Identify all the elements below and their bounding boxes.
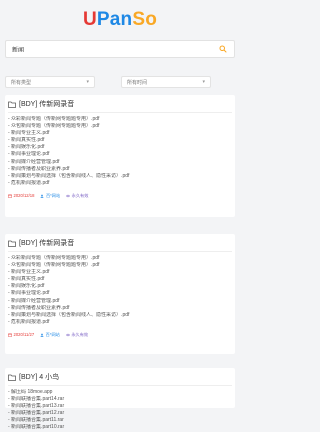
chevron-down-icon: ▾ xyxy=(86,79,89,85)
logo-part-3: So xyxy=(132,9,158,30)
file-list: - 众彩新闻专题（传新网专题题专用）.pdf - 众包新闻专题（传新网专题题专用… xyxy=(8,255,232,326)
logo-part-1: U xyxy=(82,9,97,30)
filter-row: 所有类型 ▾ 所有时间 ▾ xyxy=(0,76,240,88)
file-item: - 众彩新闻专题（传新网专题题专用）.pdf xyxy=(8,116,100,122)
search-input[interactable] xyxy=(12,46,218,52)
result-card[interactable]: [BDY] 传新网录音 - 众彩新闻专题（传新网专题题专用）.pdf - 众包新… xyxy=(5,95,235,217)
result-date: 2020/12/18 xyxy=(8,193,34,198)
file-item: - 新闻联播合集.part10.rar xyxy=(8,424,65,431)
file-item: - 新闻媒介经营管理.pdf xyxy=(8,297,60,304)
result-title[interactable]: [BDY] 传新网录音 xyxy=(8,99,232,109)
result-title-text: [BDY] 传新网录音 xyxy=(19,240,75,247)
time-filter-label: 所有时间 xyxy=(127,79,148,86)
file-list: - 众彩新闻专题（传新网专题题专用）.pdf - 众包新闻专题（传新网专题题专用… xyxy=(8,116,232,187)
file-item: - 危机新闻报道.pdf xyxy=(8,318,50,325)
result-card[interactable]: [BDY] 传新网录音 - 众彩新闻专题（传新网专题题专用）.pdf - 众包新… xyxy=(5,234,235,354)
result-meta: 2020/11/27 百*网站 永久有效 xyxy=(8,332,232,338)
result-expire: 永久有效 xyxy=(66,332,88,338)
chevron-down-icon: ▾ xyxy=(202,79,205,85)
file-item: - 新闻传播者及职业素养.pdf xyxy=(8,304,70,311)
divider xyxy=(8,385,232,386)
logo-part-2: Pan xyxy=(96,9,133,30)
file-item: - 新闻专业主义.pdf xyxy=(8,269,50,276)
result-source-text: 百*网站 xyxy=(45,192,61,198)
result-expire-text: 永久有效 xyxy=(71,192,89,198)
result-date-text: 2020/11/27 xyxy=(13,332,35,338)
result-title[interactable]: [BDY] 传新网录音 xyxy=(8,238,232,248)
result-card[interactable]: [BDY] 4 小鸟 - 解压码 18moe.app - 新闻联播合集.part… xyxy=(5,368,235,430)
file-item: - 众彩新闻专题（传新网专题题专用）.pdf xyxy=(8,255,100,261)
file-item: - 众包新闻专题（传新网专题题专用）.pdf xyxy=(8,262,100,269)
calendar-icon xyxy=(8,333,12,337)
divider xyxy=(8,251,232,252)
result-date: 2020/11/27 xyxy=(8,332,34,337)
file-item: - 新闻娱乐化.pdf xyxy=(8,283,45,290)
result-meta: 2020/12/18 百*网站 永久有效 xyxy=(8,193,232,199)
result-source: 百*网站 xyxy=(40,193,60,199)
file-item: - 新闻联播合集.part12.rar xyxy=(8,410,65,417)
result-title[interactable]: [BDY] 4 小鸟 xyxy=(8,372,232,382)
file-item: - 新闻真实性.pdf xyxy=(8,137,45,144)
file-item: - 新闻真实性.pdf xyxy=(8,276,45,283)
file-item: - 新闻策划与新闻选择（包含新闻线人、隐性采访）.pdf xyxy=(8,311,130,318)
file-item: - 新闻专业主义.pdf xyxy=(8,130,50,137)
file-item: - 新闻事业理论.pdf xyxy=(8,290,50,297)
file-item: - 新闻娱乐化.pdf xyxy=(8,144,45,151)
link-icon xyxy=(66,333,70,337)
file-item: - 新闻媒介经营管理.pdf xyxy=(8,158,60,165)
folder-icon xyxy=(8,374,16,381)
result-title-text: [BDY] 4 小鸟 xyxy=(19,374,60,381)
search-bar xyxy=(5,40,235,58)
file-item: - 众包新闻专题（传新网专题题专用）.pdf xyxy=(8,123,100,130)
file-item: - 解压码 18moe.app xyxy=(8,389,53,395)
result-date-text: 2020/12/18 xyxy=(13,193,35,199)
result-source: 百*网站 xyxy=(40,332,60,338)
user-icon xyxy=(40,333,44,337)
search-icon[interactable] xyxy=(218,44,228,54)
type-filter-label: 所有类型 xyxy=(11,79,32,86)
result-expire-text: 永久有效 xyxy=(71,331,89,337)
result-source-text: 百*网站 xyxy=(45,331,60,337)
link-icon xyxy=(66,194,70,198)
file-item: - 危机新闻报道.pdf xyxy=(8,179,50,186)
user-icon xyxy=(41,194,44,198)
calendar-icon xyxy=(8,194,12,198)
file-list: - 解压码 18moe.app - 新闻联播合集.part14.rar - 新闻… xyxy=(8,389,232,432)
divider xyxy=(8,112,232,113)
file-item: - 新闻策划与新闻选择（包含新闻线人、隐性采访）.pdf xyxy=(8,172,130,179)
file-item: - 新闻联播合集.part11.rar xyxy=(8,417,64,424)
file-item: - 新闻事业理论.pdf xyxy=(8,151,50,158)
site-logo[interactable]: U Pan So xyxy=(0,0,240,40)
folder-icon xyxy=(8,101,16,108)
result-title-text: [BDY] 传新网录音 xyxy=(19,101,75,108)
file-item: - 新闻传播者及职业素养.pdf xyxy=(8,165,70,172)
time-filter-select[interactable]: 所有时间 ▾ xyxy=(121,76,211,88)
file-item: - 新闻联播合集.part13.rar xyxy=(8,403,65,410)
folder-icon xyxy=(8,240,16,247)
type-filter-select[interactable]: 所有类型 ▾ xyxy=(5,76,95,88)
result-expire: 永久有效 xyxy=(66,193,88,199)
